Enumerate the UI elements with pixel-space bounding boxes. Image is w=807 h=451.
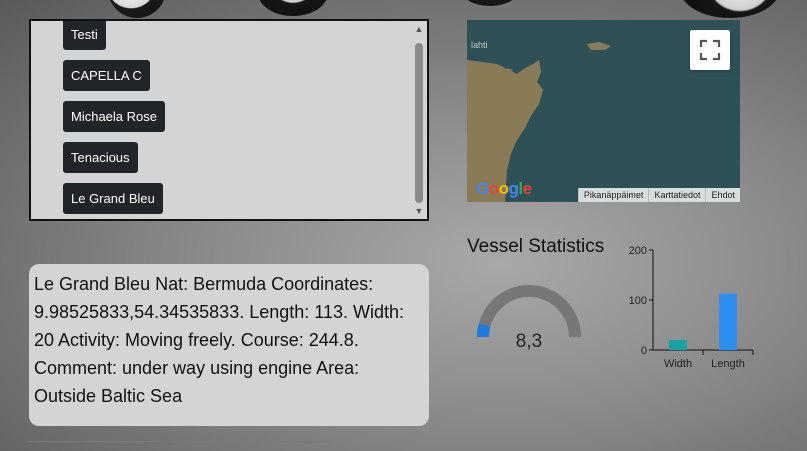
decorative-shape xyxy=(258,0,328,16)
scroll-thumb[interactable] xyxy=(415,43,423,203)
gauge-fill xyxy=(477,323,491,338)
gauge-value: 8,3 xyxy=(515,331,543,352)
x-tick-label: Length xyxy=(711,358,745,370)
vessel-bar-chart: 0 100 200 Width Length xyxy=(629,245,754,370)
y-tick-label: 200 xyxy=(629,245,647,257)
vessel-button-le-grand-bleu[interactable]: Le Grand Bleu xyxy=(63,183,163,214)
map-place-label: lahti xyxy=(471,40,488,50)
google-logo: Google xyxy=(476,179,532,198)
scroll-down-arrow-icon[interactable]: ▼ xyxy=(413,205,425,217)
map-terms-link[interactable]: Ehdot xyxy=(705,188,740,202)
vessel-button-capella-c[interactable]: CAPELLA C xyxy=(63,60,150,91)
vessel-list[interactable]: Testi CAPELLA C Michaela Rose Tenacious … xyxy=(29,19,429,221)
vessel-list-scrollbar[interactable]: ▲ ▼ xyxy=(413,23,425,217)
map-fullscreen-button[interactable] xyxy=(690,30,730,70)
decorative-shape xyxy=(108,0,166,18)
map-data-link[interactable]: Karttatiedot xyxy=(648,188,706,202)
y-tick-label: 0 xyxy=(641,345,647,357)
fullscreen-icon xyxy=(699,39,721,61)
map-keyboard-shortcuts-link[interactable]: Pikanäppäimet xyxy=(577,188,649,202)
map[interactable]: lahti Google Pikanäppäimet Karttatiedot … xyxy=(467,20,740,202)
decorative-shape xyxy=(680,0,780,18)
vessel-button-tenacious[interactable]: Tenacious xyxy=(63,142,138,173)
bar-width xyxy=(669,340,687,350)
vessel-info-card: Le Grand Bleu Nat: Bermuda Coordinates: … xyxy=(29,264,429,426)
divider xyxy=(29,441,329,442)
x-tick-label: Width xyxy=(664,358,692,370)
stats-title: Vessel Statistics xyxy=(467,236,605,257)
vessel-button-testi[interactable]: Testi xyxy=(63,21,106,50)
vessel-button-michaela-rose[interactable]: Michaela Rose xyxy=(63,101,165,132)
map-footer: Pikanäppäimet Karttatiedot Ehdot xyxy=(577,188,740,202)
scroll-up-arrow-icon[interactable]: ▲ xyxy=(413,23,425,35)
vessel-info-text: Le Grand Bleu Nat: Bermuda Coordinates: … xyxy=(34,274,404,406)
vessel-list-items: Testi CAPELLA C Michaela Rose Tenacious … xyxy=(63,21,165,219)
bar-length xyxy=(719,293,737,350)
y-tick-label: 100 xyxy=(629,295,647,307)
decorative-shape xyxy=(460,0,520,6)
